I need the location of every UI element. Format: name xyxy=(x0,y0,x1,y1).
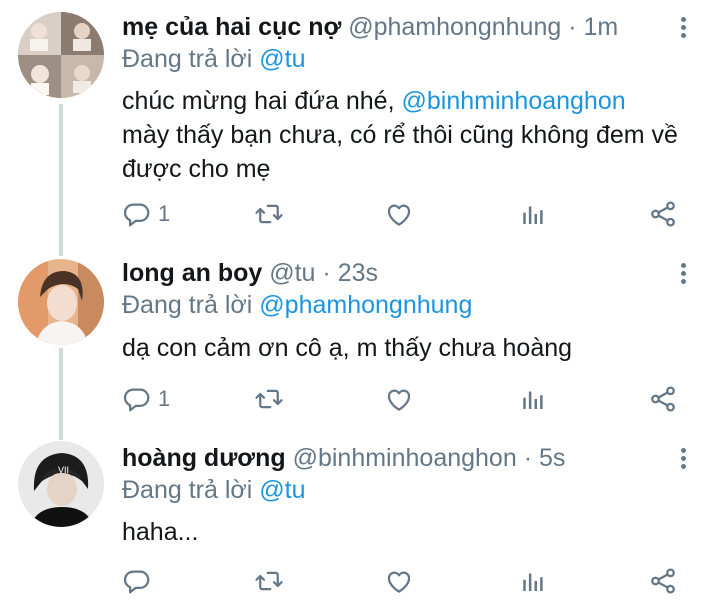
timestamp[interactable]: 1m xyxy=(584,13,619,41)
retweet-button[interactable] xyxy=(254,383,284,415)
retweet-icon xyxy=(254,384,284,414)
retweet-icon xyxy=(254,566,284,596)
retweet-icon xyxy=(254,199,284,229)
share-button[interactable] xyxy=(648,565,678,597)
tweet-text-start: chúc mừng hai đứa nhé, xyxy=(122,87,395,115)
tweet-text-rest: mày thấy bạn chưa, có rể thôi cũng không… xyxy=(122,121,678,183)
share-icon xyxy=(648,384,678,414)
replying-to-mention[interactable]: @phamhongnhung xyxy=(259,291,472,319)
reply-icon xyxy=(122,384,152,414)
share-button[interactable] xyxy=(648,198,678,230)
timestamp[interactable]: 5s xyxy=(539,444,565,472)
display-name[interactable]: long an boy xyxy=(122,259,262,287)
tweet[interactable]: mẹ của hai cục nợ @phamhongnhung · 1m Đa… xyxy=(0,0,720,245)
reply-icon xyxy=(122,566,152,596)
analytics-icon xyxy=(517,566,547,596)
action-bar: 1 xyxy=(122,383,692,415)
tweet-text: dạ con cảm ơn cô ạ, m thấy chưa hoàng xyxy=(122,331,682,365)
like-button[interactable] xyxy=(384,198,414,230)
analytics-button[interactable] xyxy=(517,565,547,597)
timestamp[interactable]: 23s xyxy=(338,259,378,287)
replying-to: Đang trả lời @tu xyxy=(122,44,306,74)
separator: · xyxy=(322,259,331,287)
analytics-button[interactable] xyxy=(517,383,547,415)
share-icon xyxy=(648,199,678,229)
avatar[interactable]: VII xyxy=(18,441,104,527)
tweet[interactable]: VII hoàng dương @binhminhoanghon · 5s Đa… xyxy=(0,435,720,600)
display-name[interactable]: hoàng dương xyxy=(122,444,286,472)
tweet-text-body: haha... xyxy=(122,518,199,546)
reply-icon xyxy=(122,199,152,229)
like-icon xyxy=(384,384,414,414)
action-bar xyxy=(122,565,692,597)
reply-count: 1 xyxy=(158,201,171,226)
like-button[interactable] xyxy=(384,565,414,597)
avatar[interactable] xyxy=(18,259,104,345)
share-icon xyxy=(648,566,678,596)
replying-to-label: Đang trả lời xyxy=(122,45,253,73)
like-icon xyxy=(384,199,414,229)
action-bar: 1 xyxy=(122,198,692,230)
reply-count: 1 xyxy=(158,386,171,411)
separator: · xyxy=(568,13,577,41)
analytics-icon xyxy=(517,384,547,414)
display-name[interactable]: mẹ của hai cục nợ xyxy=(122,13,341,41)
handle[interactable]: @tu xyxy=(269,259,315,287)
more-options-icon[interactable] xyxy=(676,17,690,43)
replying-to-label: Đang trả lời xyxy=(122,476,253,504)
analytics-icon xyxy=(517,199,547,229)
retweet-button[interactable] xyxy=(254,565,284,597)
replying-to: Đang trả lời @phamhongnhung xyxy=(122,290,472,320)
like-icon xyxy=(384,566,414,596)
handle[interactable]: @binhminhoanghon xyxy=(293,444,517,472)
avatar[interactable] xyxy=(18,12,104,98)
share-button[interactable] xyxy=(648,383,678,415)
reply-button[interactable]: 1 xyxy=(122,383,170,415)
replying-to-label: Đang trả lời xyxy=(122,291,253,319)
tweet-text: chúc mừng hai đứa nhé, @binhminhoanghon … xyxy=(122,84,682,186)
reply-button[interactable] xyxy=(122,565,152,597)
more-options-icon[interactable] xyxy=(676,263,690,289)
more-options-icon[interactable] xyxy=(676,448,690,474)
reply-button[interactable]: 1 xyxy=(122,198,170,230)
retweet-button[interactable] xyxy=(254,198,284,230)
tweet[interactable]: long an boy @tu · 23s Đang trả lời @pham… xyxy=(0,245,720,435)
tweet-text-body: dạ con cảm ơn cô ạ, m thấy chưa hoàng xyxy=(122,334,573,362)
tweet-mention[interactable]: @binhminhoanghon xyxy=(401,87,625,115)
separator: · xyxy=(523,444,533,472)
tweet-header: long an boy @tu · 23s xyxy=(122,258,378,288)
replying-to-mention[interactable]: @tu xyxy=(259,45,305,73)
handle[interactable]: @phamhongnhung xyxy=(348,13,561,41)
like-button[interactable] xyxy=(384,383,414,415)
tweet-text: haha... xyxy=(122,515,682,549)
tweet-header: hoàng dương @binhminhoanghon · 5s xyxy=(122,443,565,473)
replying-to-mention[interactable]: @tu xyxy=(259,476,305,504)
tweet-header: mẹ của hai cục nợ @phamhongnhung · 1m xyxy=(122,12,618,42)
replying-to: Đang trả lời @tu xyxy=(122,475,306,505)
analytics-button[interactable] xyxy=(517,198,547,230)
svg-text:VII: VII xyxy=(58,465,69,475)
